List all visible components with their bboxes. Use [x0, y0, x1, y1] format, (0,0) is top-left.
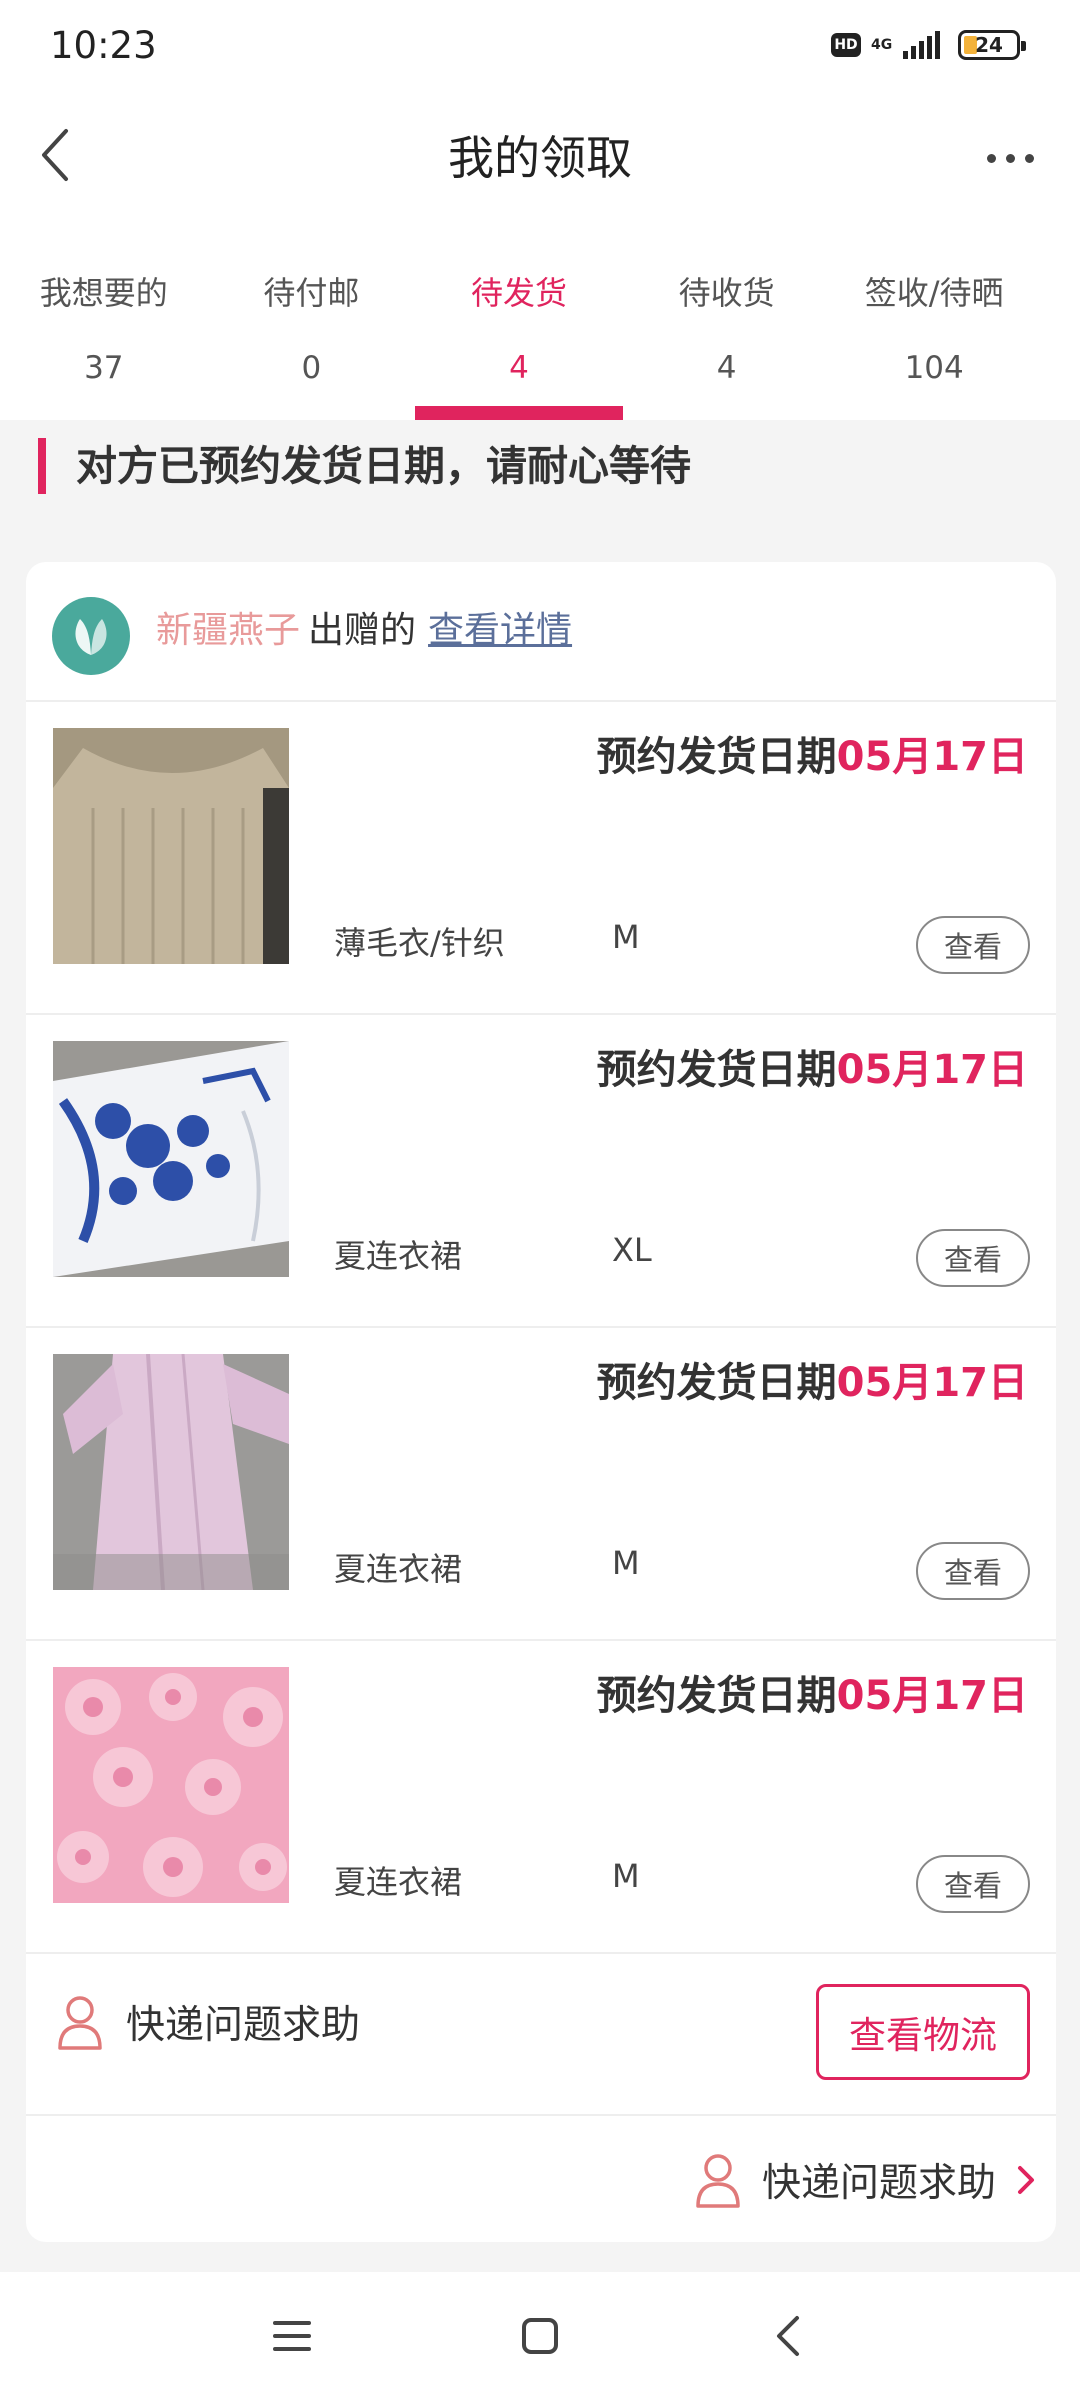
scheduled-ship-date: 预约发货日期05月17日 [597, 724, 1028, 782]
list-item[interactable]: 预约发货日期05月17日 薄毛衣/针织 M 查看 [26, 702, 1056, 1015]
avatar[interactable] [52, 597, 130, 675]
scheduled-ship-date: 预约发货日期05月17日 [597, 1037, 1028, 1095]
date-value: 05月17日 [836, 1047, 1028, 1093]
express-help-footer: 快递问题求助 [26, 2116, 1056, 2242]
express-help-row: 快递问题求助 查看物流 [26, 1954, 1056, 2116]
view-button[interactable]: 查看 [916, 916, 1030, 974]
tab-pending-receipt[interactable]: 待收货 4 [623, 228, 831, 420]
view-button[interactable]: 查看 [916, 1855, 1030, 1913]
date-label: 预约发货日期 [596, 1673, 837, 1719]
giver-name[interactable]: 新疆燕子 [156, 610, 300, 651]
page-title: 我的领取 [448, 131, 632, 185]
hd-icon: HD [831, 33, 861, 57]
tab-signed[interactable]: 签收/待晒 104 [830, 228, 1038, 420]
item-thumbnail[interactable] [53, 1354, 289, 1590]
more-icon [986, 153, 996, 163]
view-button[interactable]: 查看 [916, 1229, 1030, 1287]
tab-label: 我想要的 [39, 274, 168, 312]
list-item[interactable]: 预约发货日期05月17日 夏连衣裙 XL 查看 [26, 1015, 1056, 1328]
tab-count: 104 [904, 350, 964, 386]
order-card: 新疆燕子 出赠的 查看详情 预约发货日期05月17日 薄毛衣/针织 M 查看 预… [26, 562, 1056, 2242]
back-icon [777, 2316, 799, 2356]
battery-level: 24 [975, 33, 1003, 57]
item-size: XL [612, 1231, 652, 1269]
tab-pending-postage[interactable]: 待付邮 0 [208, 228, 416, 420]
status-bar: 10:23 HD 4G 24 [0, 0, 1080, 98]
express-help-footer-label: 快递问题求助 [761, 2161, 996, 2206]
view-logistics-button[interactable]: 查看物流 [816, 1984, 1030, 2080]
item-size: M [612, 1544, 640, 1582]
item-size: M [612, 918, 640, 956]
date-value: 05月17日 [836, 1360, 1028, 1406]
tab-label: 待收货 [678, 274, 775, 312]
tab-count: 4 [509, 350, 529, 386]
item-category: 夏连衣裙 [334, 1237, 463, 1275]
more-button[interactable] [970, 128, 1050, 188]
list-item[interactable]: 预约发货日期05月17日 夏连衣裙 M 查看 [26, 1641, 1056, 1954]
giver-row: 新疆燕子 出赠的 查看详情 [26, 562, 1056, 702]
network-type: 4G [871, 37, 893, 53]
chevron-right-icon [1016, 2164, 1036, 2196]
view-button[interactable]: 查看 [916, 1542, 1030, 1600]
date-value: 05月17日 [836, 734, 1028, 780]
tab-bar: 我想要的 37 待付邮 0 待发货 4 待收货 4 签收/待晒 104 [0, 228, 1080, 420]
item-category: 薄毛衣/针织 [334, 924, 505, 962]
date-label: 预约发货日期 [596, 1047, 837, 1093]
item-thumbnail[interactable] [53, 728, 289, 964]
giver-suffix: 出赠的 [308, 610, 417, 651]
battery-icon: 24 [958, 30, 1026, 60]
tab-pending-shipment[interactable]: 待发货 4 [415, 228, 623, 420]
person-icon [58, 1996, 102, 2050]
tab-want[interactable]: 我想要的 37 [0, 228, 208, 420]
date-label: 预约发货日期 [596, 734, 837, 780]
status-time: 10:23 [50, 24, 157, 67]
menu-icon [273, 2321, 311, 2351]
item-thumbnail[interactable] [53, 1667, 289, 1903]
system-back-button[interactable] [758, 2306, 818, 2366]
tab-count: 4 [716, 350, 737, 386]
home-icon [522, 2318, 558, 2354]
date-value: 05月17日 [836, 1673, 1028, 1719]
item-size: M [612, 1857, 640, 1895]
tab-label: 待发货 [470, 274, 567, 312]
list-item[interactable]: 预约发货日期05月17日 夏连衣裙 M 查看 [26, 1328, 1056, 1641]
tab-count: 0 [301, 350, 322, 386]
express-help-label: 快递问题求助 [126, 2003, 361, 2048]
signal-icon [903, 31, 940, 59]
scheduled-ship-date: 预约发货日期05月17日 [597, 1663, 1028, 1721]
person-icon [696, 2154, 740, 2208]
express-help-footer-link[interactable]: 快递问题求助 [694, 2152, 1036, 2208]
tab-label: 待付邮 [263, 274, 360, 312]
leaf-avatar-icon [75, 619, 107, 655]
tab-count: 37 [84, 350, 124, 386]
express-help-link[interactable]: 快递问题求助 [56, 1994, 360, 2050]
scheduled-ship-date: 预约发货日期05月17日 [597, 1350, 1028, 1408]
status-icons: HD 4G 24 [831, 30, 1026, 60]
giver-info: 新疆燕子 出赠的 查看详情 [156, 606, 572, 656]
item-thumbnail[interactable] [53, 1041, 289, 1277]
system-nav-bar [0, 2272, 1080, 2400]
tab-label: 签收/待晒 [864, 274, 1004, 312]
menu-button[interactable] [262, 2306, 322, 2366]
item-category: 夏连衣裙 [334, 1550, 463, 1588]
home-button[interactable] [510, 2306, 570, 2366]
date-label: 预约发货日期 [596, 1360, 837, 1406]
header: 我的领取 [0, 98, 1080, 228]
item-category: 夏连衣裙 [334, 1863, 463, 1901]
view-details-link[interactable]: 查看详情 [428, 610, 572, 651]
active-tab-indicator [415, 406, 623, 420]
notice-banner: 对方已预约发货日期，请耐心等待 [38, 438, 691, 494]
